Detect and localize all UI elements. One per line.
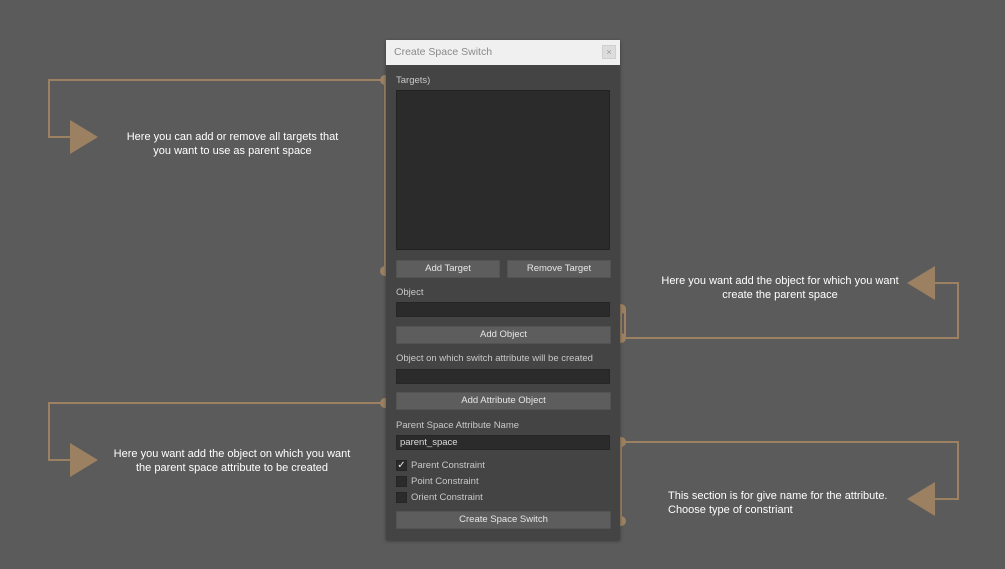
dialog-titlebar[interactable]: Create Space Switch × bbox=[386, 40, 620, 65]
attribute-object-annotation-line1: Here you want add the object on which yo… bbox=[113, 448, 351, 460]
attribute-object-arrow-icon bbox=[70, 443, 98, 477]
point-constraint-label: Point Constraint bbox=[411, 475, 479, 487]
targets-list[interactable] bbox=[396, 90, 610, 250]
object-annotation-line1: Here you want add the object for which y… bbox=[661, 275, 899, 287]
close-icon[interactable]: × bbox=[602, 45, 616, 59]
add-target-button[interactable]: Add Target bbox=[396, 260, 500, 278]
add-attribute-object-button[interactable]: Add Attribute Object bbox=[396, 392, 611, 410]
parent-constraint-row[interactable]: ✓ Parent Constraint bbox=[396, 459, 485, 471]
targets-label: Targets) bbox=[396, 75, 431, 86]
checkmark-icon: ✓ bbox=[397, 459, 406, 471]
dialog-title: Create Space Switch bbox=[394, 46, 493, 58]
remove-target-button[interactable]: Remove Target bbox=[507, 260, 611, 278]
orient-constraint-label: Orient Constraint bbox=[411, 491, 483, 503]
section-arrow-icon bbox=[907, 482, 935, 516]
object-label: Object bbox=[396, 287, 424, 298]
orient-constraint-checkbox[interactable] bbox=[396, 491, 407, 503]
object-annotation-line2: create the parent space bbox=[722, 289, 838, 301]
attribute-object-annotation-line2: the parent space attribute to be created bbox=[135, 462, 329, 474]
section-annotation-line1: This section is for give name for the at… bbox=[668, 490, 888, 502]
object-arrow-icon bbox=[907, 266, 935, 300]
section-annotation-line2: Choose type of constriant bbox=[668, 504, 793, 516]
add-object-button[interactable]: Add Object bbox=[396, 326, 611, 344]
attribute-name-field[interactable]: parent_space bbox=[396, 435, 610, 450]
object-field[interactable] bbox=[396, 302, 610, 317]
create-space-switch-dialog: Create Space Switch × Targets) Add Targe… bbox=[386, 40, 620, 540]
attribute-name-label: Parent Space Attribute Name bbox=[396, 420, 520, 431]
targets-arrow-icon bbox=[70, 120, 98, 154]
point-constraint-row[interactable]: Point Constraint bbox=[396, 475, 479, 487]
parent-constraint-label: Parent Constraint bbox=[411, 459, 485, 471]
targets-annotation-line2: you want to use as parent space bbox=[153, 145, 312, 157]
switch-object-field[interactable] bbox=[396, 369, 610, 384]
section-annotation: This section is for give name for the at… bbox=[668, 489, 908, 517]
parent-constraint-checkbox[interactable]: ✓ bbox=[396, 459, 407, 471]
targets-annotation-line1: Here you can add or remove all targets t… bbox=[126, 131, 339, 143]
targets-connector-line bbox=[48, 79, 385, 138]
point-constraint-checkbox[interactable] bbox=[396, 475, 407, 487]
object-annotation: Here you want add the object for which y… bbox=[650, 274, 910, 302]
attribute-object-annotation: Here you want add the object on which yo… bbox=[102, 447, 362, 475]
create-space-switch-button[interactable]: Create Space Switch bbox=[396, 511, 611, 529]
switch-object-label: Object on which switch attribute will be… bbox=[396, 353, 593, 364]
targets-annotation: Here you can add or remove all targets t… bbox=[110, 130, 355, 158]
orient-constraint-row[interactable]: Orient Constraint bbox=[396, 491, 483, 503]
